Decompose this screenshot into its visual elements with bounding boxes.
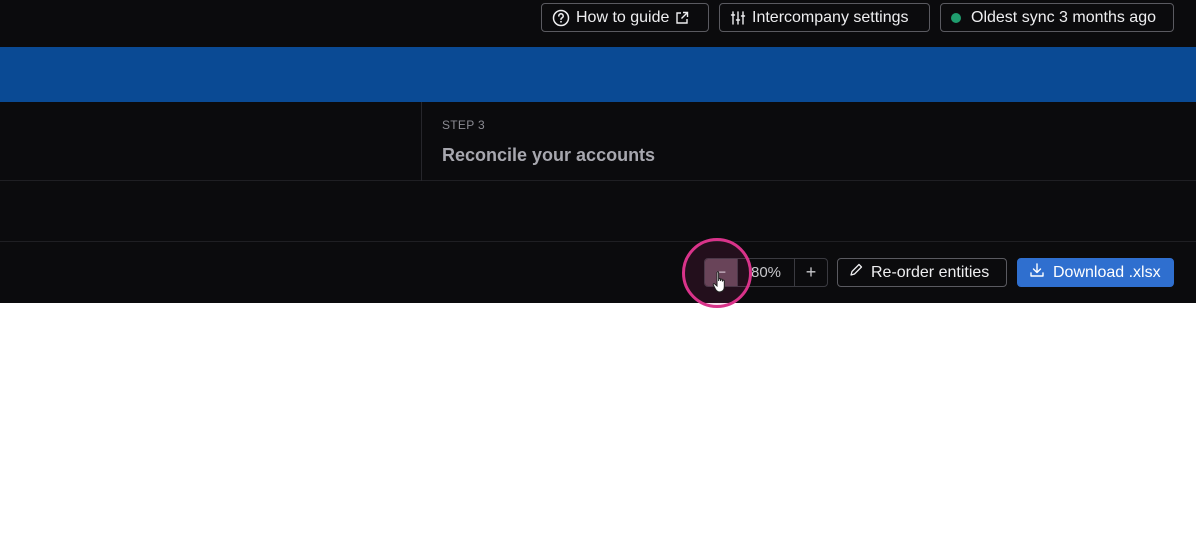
intercompany-settings-button[interactable]: Intercompany settings <box>719 3 930 32</box>
zoom-control: − 80% + <box>704 258 828 287</box>
steps-row <box>0 102 1196 181</box>
zoom-level: 80% <box>737 259 795 286</box>
intercompany-settings-label: Intercompany settings <box>752 8 909 26</box>
step-divider <box>421 102 422 181</box>
zoom-in-button[interactable]: + <box>795 259 827 286</box>
sync-status-dot <box>951 12 961 23</box>
content-row <box>0 182 1196 242</box>
reorder-entities-label: Re-order entities <box>871 263 990 281</box>
pencil-icon <box>849 263 863 282</box>
external-link-icon <box>675 11 689 25</box>
step-3-title[interactable]: Reconcile your accounts <box>442 145 655 166</box>
sync-status-button[interactable]: Oldest sync 3 months ago <box>940 3 1174 32</box>
sliders-icon <box>730 10 746 26</box>
sync-status-label: Oldest sync 3 months ago <box>971 8 1156 26</box>
download-xlsx-label: Download .xlsx <box>1053 263 1161 281</box>
question-circle-icon <box>552 9 570 27</box>
header-banner <box>0 47 1196 102</box>
zoom-out-button[interactable]: − <box>705 259 737 286</box>
step-3-label: STEP 3 <box>442 118 485 132</box>
how-to-guide-button[interactable]: How to guide <box>541 3 709 32</box>
reorder-entities-button[interactable]: Re-order entities <box>837 258 1007 287</box>
download-icon <box>1029 262 1045 283</box>
download-xlsx-button[interactable]: Download .xlsx <box>1017 258 1174 287</box>
how-to-guide-label: How to guide <box>576 8 670 26</box>
report-canvas <box>0 303 1196 547</box>
